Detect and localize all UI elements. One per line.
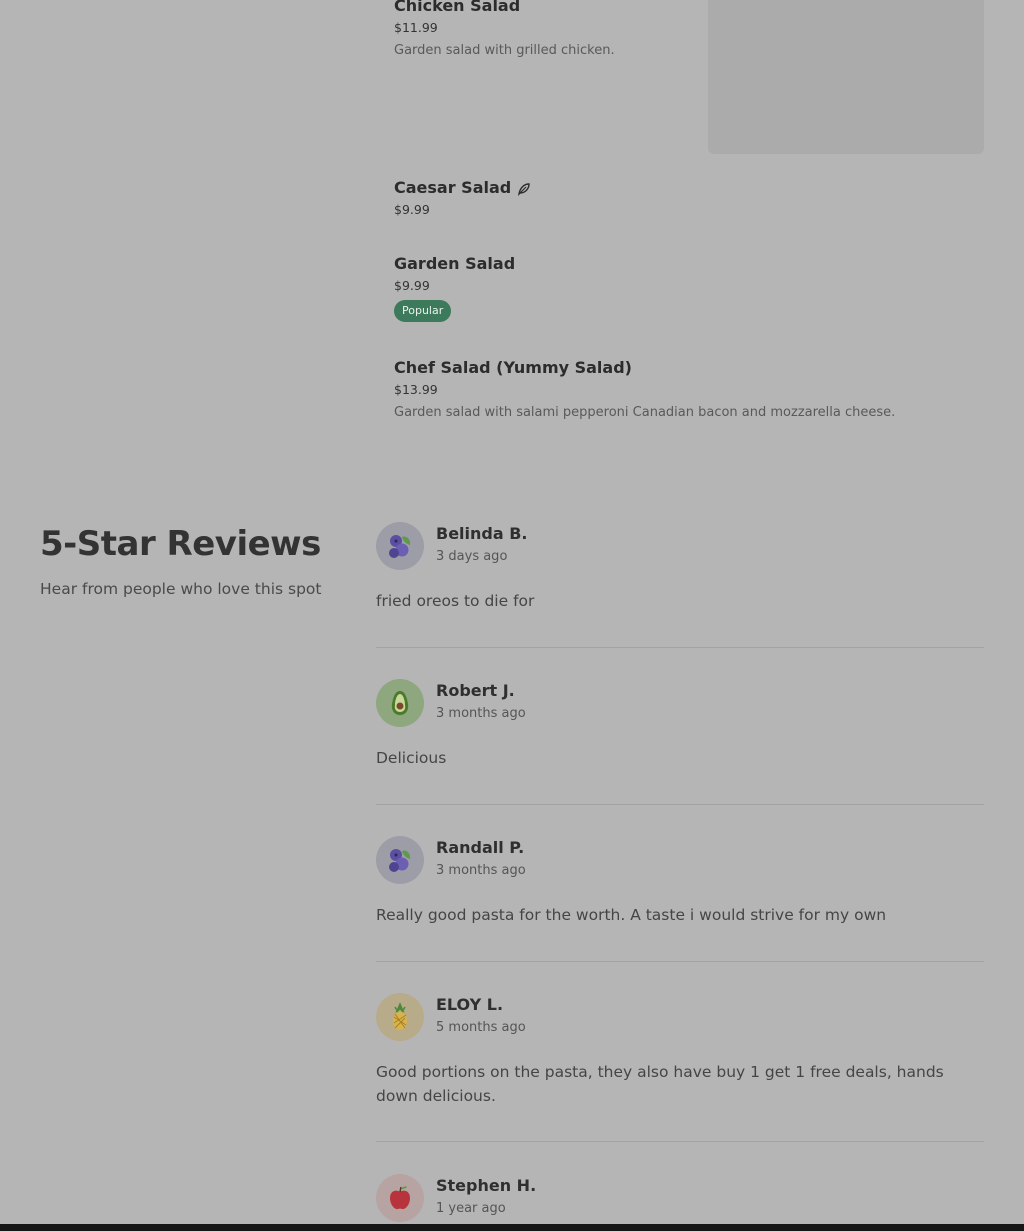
review-text: fried oreos to die for: [376, 592, 535, 610]
blueberry-icon: [389, 849, 411, 872]
menu-item[interactable]: Chef Salad (Yummy Salad) $13.99 Garden s…: [394, 358, 984, 422]
menu-item[interactable]: Caesar Salad $9.99: [394, 178, 531, 218]
section-title: 5-Star Reviews: [40, 524, 321, 564]
avatar: [376, 993, 424, 1041]
review-time: 1 year ago: [436, 1201, 506, 1216]
reviewer-name: Belinda B.: [436, 524, 528, 543]
avatar: [376, 679, 424, 727]
review-time: 3 days ago: [436, 549, 508, 564]
menu-item-name: Chef Salad (Yummy Salad): [394, 358, 632, 377]
divider: [376, 804, 984, 805]
review-text: Good portions on the pasta, they also ha…: [376, 1063, 944, 1105]
review-card: Belinda B. 3 days ago fried oreos to die…: [376, 522, 984, 613]
reviewer-name: Randall P.: [436, 838, 525, 857]
review-text: Really good pasta for the worth. A taste…: [376, 906, 887, 924]
avatar: [376, 836, 424, 884]
review-card: Randall P. 3 months ago Really good past…: [376, 836, 984, 927]
menu-item-name: Garden Salad: [394, 254, 516, 273]
menu-item[interactable]: Garden Salad $9.99 Popular: [394, 254, 515, 322]
divider: [376, 961, 984, 962]
review-time: 5 months ago: [436, 1020, 526, 1035]
reviewer-name: ELOY L.: [436, 995, 504, 1014]
review-card: Stephen H. 1 year ago: [376, 1174, 984, 1222]
divider: [376, 647, 984, 648]
blueberry-icon: [389, 535, 411, 558]
menu-item-name: Caesar Salad: [394, 178, 512, 197]
avocado-icon: [391, 691, 409, 715]
section-subtitle: Hear from people who love this spot: [40, 580, 322, 598]
review-card: ELOY L. 5 months ago Good portions on th…: [376, 993, 984, 1108]
reviewer-name: Robert J.: [436, 681, 515, 700]
pineapple-icon: [393, 1002, 407, 1030]
leaf-icon: [517, 181, 531, 197]
popular-badge: Popular: [394, 300, 452, 322]
bottom-bar: [0, 1224, 1024, 1231]
avatar: [376, 1174, 424, 1222]
review-time: 3 months ago: [436, 863, 526, 878]
menu-item-image[interactable]: [708, 0, 984, 154]
divider: [376, 1141, 984, 1142]
menu-item-price: $9.99: [394, 278, 430, 293]
apple-icon: [390, 1186, 410, 1210]
review-text: Delicious: [376, 749, 447, 767]
avatar: [376, 522, 424, 570]
review-card: Robert J. 3 months ago Delicious: [376, 679, 984, 770]
review-time: 3 months ago: [436, 706, 526, 721]
menu-item-price: $9.99: [394, 202, 430, 217]
reviewer-name: Stephen H.: [436, 1176, 537, 1195]
menu-item-price: $13.99: [394, 382, 438, 397]
menu-item-description: Garden salad with salami pepperoni Canad…: [394, 405, 896, 420]
